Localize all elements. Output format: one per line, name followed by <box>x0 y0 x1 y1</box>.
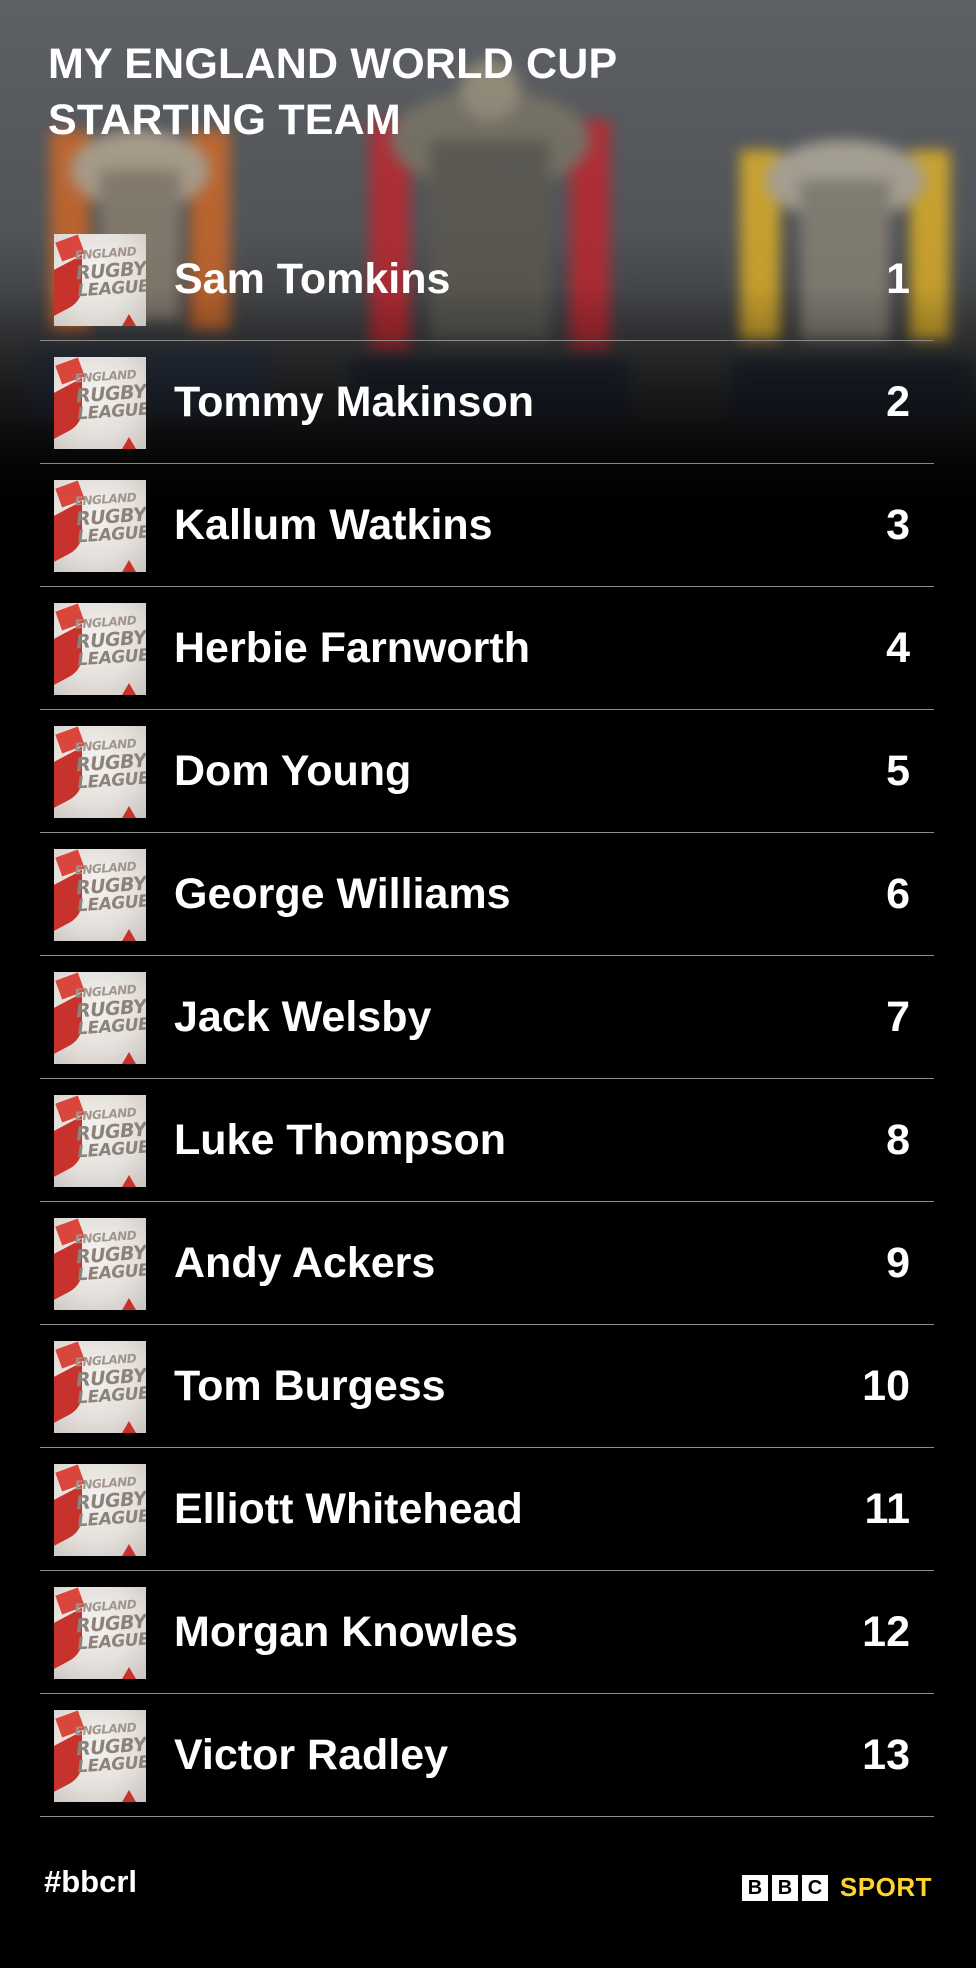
player-name: Herbie Farnworth <box>174 624 530 672</box>
england-rugby-league-ball-icon: ENGLAND RUGBY LEAGUE <box>54 726 146 818</box>
england-rugby-league-ball-icon: ENGLAND RUGBY LEAGUE <box>54 603 146 695</box>
team-row: ENGLAND RUGBY LEAGUE Dom Young 5 <box>40 710 934 833</box>
team-row: ENGLAND RUGBY LEAGUE Jack Welsby 7 <box>40 956 934 1079</box>
player-number: 8 <box>886 1116 910 1164</box>
player-number: 2 <box>886 378 910 426</box>
player-name: Sam Tomkins <box>174 255 451 303</box>
team-list: ENGLAND RUGBY LEAGUE Sam Tomkins 1 ENGLAND RUG… <box>40 218 934 1817</box>
title-line-2: STARTING TEAM <box>48 96 401 144</box>
england-rugby-league-ball-icon: ENGLAND RUGBY LEAGUE <box>54 1710 146 1802</box>
brand-sport: SPORT <box>839 1872 932 1902</box>
england-rugby-league-ball-icon: ENGLAND RUGBY LEAGUE <box>54 1218 146 1310</box>
england-rugby-league-ball-icon: ENGLAND RUGBY LEAGUE <box>54 357 146 449</box>
england-rugby-league-ball-icon: ENGLAND RUGBY LEAGUE <box>54 849 146 941</box>
england-rugby-league-ball-icon: ENGLAND RUGBY LEAGUE <box>54 972 146 1064</box>
team-row: ENGLAND RUGBY LEAGUE Kallum Watkins 3 <box>40 464 934 587</box>
team-row: ENGLAND RUGBY LEAGUE George Williams 6 <box>40 833 934 956</box>
team-row: ENGLAND RUGBY LEAGUE Sam Tomkins 1 <box>40 218 934 341</box>
player-name: Elliott Whitehead <box>174 1485 523 1533</box>
player-name: Jack Welsby <box>174 993 432 1041</box>
player-name: Dom Young <box>174 747 412 795</box>
player-name: Luke Thompson <box>174 1116 507 1164</box>
team-row: ENGLAND RUGBY LEAGUE Elliott Whitehead 11 <box>40 1448 934 1571</box>
player-name: Tommy Makinson <box>174 378 534 426</box>
brand-letter-2: B <box>771 1874 798 1901</box>
england-rugby-league-ball-icon: ENGLAND RUGBY LEAGUE <box>54 1587 146 1679</box>
player-name: Morgan Knowles <box>174 1608 519 1656</box>
player-number: 10 <box>862 1362 910 1410</box>
team-row: ENGLAND RUGBY LEAGUE Luke Thompson 8 <box>40 1079 934 1202</box>
team-row: ENGLAND RUGBY LEAGUE Tom Burgess 10 <box>40 1325 934 1448</box>
player-number: 5 <box>886 747 910 795</box>
bbc-sport-logo: B B C SPORT <box>741 1872 932 1903</box>
england-rugby-league-ball-icon: ENGLAND RUGBY LEAGUE <box>54 1341 146 1433</box>
player-name: Andy Ackers <box>174 1239 436 1287</box>
england-rugby-league-ball-icon: ENGLAND RUGBY LEAGUE <box>54 1095 146 1187</box>
hashtag: #bbcrl <box>44 1864 138 1899</box>
player-name: Victor Radley <box>174 1731 449 1779</box>
player-number: 7 <box>886 993 910 1041</box>
player-number: 1 <box>886 255 910 303</box>
england-rugby-league-ball-icon: ENGLAND RUGBY LEAGUE <box>54 1464 146 1556</box>
player-number: 13 <box>862 1731 910 1779</box>
player-number: 4 <box>886 624 910 672</box>
brand-letter-1: B <box>741 1874 768 1901</box>
player-number: 3 <box>886 501 910 549</box>
team-row: ENGLAND RUGBY LEAGUE Andy Ackers 9 <box>40 1202 934 1325</box>
page-title: MY ENGLAND WORLD CUP STARTING TEAM <box>48 36 808 148</box>
team-row: ENGLAND RUGBY LEAGUE Morgan Knowles 12 <box>40 1571 934 1694</box>
team-row: ENGLAND RUGBY LEAGUE Herbie Farnworth 4 <box>40 587 934 710</box>
player-number: 11 <box>864 1485 910 1533</box>
team-row: ENGLAND RUGBY LEAGUE Tommy Makinson 2 <box>40 341 934 464</box>
player-number: 6 <box>886 870 910 918</box>
player-name: George Williams <box>174 870 511 918</box>
england-rugby-league-ball-icon: ENGLAND RUGBY LEAGUE <box>54 480 146 572</box>
player-name: Tom Burgess <box>174 1362 446 1410</box>
player-number: 9 <box>886 1239 910 1287</box>
england-rugby-league-ball-icon: ENGLAND RUGBY LEAGUE <box>54 234 146 326</box>
team-row: ENGLAND RUGBY LEAGUE Victor Radley 13 <box>40 1694 934 1817</box>
player-number: 12 <box>862 1608 910 1656</box>
title-line-1: MY ENGLAND WORLD CUP <box>48 40 618 88</box>
brand-letter-3: C <box>801 1874 828 1901</box>
player-name: Kallum Watkins <box>174 501 493 549</box>
